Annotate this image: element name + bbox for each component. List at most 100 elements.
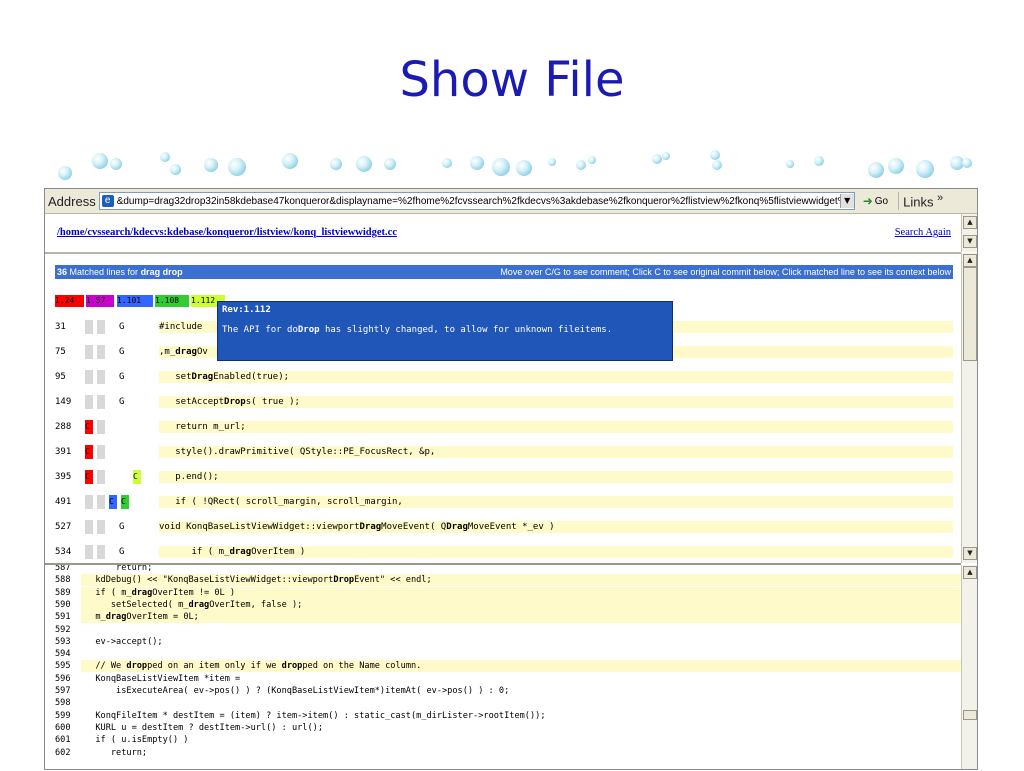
comment-marker[interactable]: G [119,320,124,334]
address-bar: Address e &dump=drag32drop32in58kdebase4… [45,189,977,214]
code-snippet[interactable]: if ( m_dragOverItem ) [159,546,953,558]
code-snippet[interactable]: void KonqBaseListViewWidget::viewportDra… [159,521,953,533]
bubble-icon [786,160,794,168]
comment-marker[interactable]: G [119,370,124,384]
line-number: 288 [55,422,72,432]
comment-marker[interactable]: G [119,545,124,559]
bubble-icon [814,156,824,166]
source-line: 591 m_dragOverItem = 0L; [45,611,961,624]
code-snippet[interactable]: setDragEnabled(true); [159,371,953,383]
file-path-link[interactable]: /home/cvssearch/kdecvs:kdebase/konqueror… [57,227,397,238]
line-number: 491 [55,497,72,507]
source-line: 587 return; [45,563,961,574]
revision-column [85,345,93,359]
scroll-thumb[interactable] [963,710,977,720]
source-line: 588 kdDebug() << "KonqBaseListViewWidget… [45,574,961,587]
source-line-number: 600 [55,722,71,733]
source-line-number: 601 [55,735,71,746]
code-snippet[interactable]: if ( !QRect( scroll_margin, scroll_margi… [159,496,953,508]
go-button[interactable]: ➜ Go [863,194,888,208]
revision-column [85,495,93,509]
code-snippet[interactable]: p.end(); [159,471,953,483]
links-button[interactable]: Links » [898,192,944,210]
commit-marker[interactable]: C [133,470,141,484]
scroll-thumb[interactable] [963,267,977,361]
source-line: 601 if ( u.isEmpty() ) [45,734,961,746]
search-again-link[interactable]: Search Again [895,227,951,238]
bubble-icon [652,154,662,164]
bubble-icon [330,158,342,170]
commit-marker[interactable]: C [109,495,117,509]
matched-line-row[interactable]: 149 G setAcceptDrops( true ); [55,395,953,409]
source-scrollbar[interactable]: ▲ [961,565,977,769]
source-line: 599 KonqFileItem * destItem = (item) ? i… [45,710,961,722]
revision-column [97,470,105,484]
bubble-icon [228,158,246,176]
results-scrollbar[interactable]: ▲ ▼ [961,253,977,563]
revision-tag[interactable]: 1.108 [155,295,189,307]
source-code: kdDebug() << "KonqBaseListViewWidget::vi… [81,574,961,587]
source-line: 600 KURL u = destItem ? destItem->url() … [45,722,961,734]
code-snippet[interactable]: setAcceptDrops( true ); [159,396,953,408]
address-input[interactable]: e &dump=drag32drop32in58kdebase47konquer… [98,192,855,210]
matched-line-row[interactable]: 95 G setDragEnabled(true); [55,370,953,384]
bubble-icon [110,158,122,170]
scroll-down-icon[interactable]: ▼ [963,235,977,248]
revision-tag[interactable]: 1.101 [117,295,153,307]
revision-tag[interactable]: 1.57 [86,295,114,307]
dropdown-arrow-icon[interactable]: ▼ [839,194,854,208]
source-code: isExecuteArea( ev->pos() ) ? (KonqBaseLi… [85,686,510,696]
scroll-down-icon[interactable]: ▼ [963,547,977,560]
revision-column [85,545,93,559]
revision-tag[interactable]: 1.24 [55,295,84,307]
comment-marker[interactable]: G [119,395,124,409]
commit-marker[interactable]: C [85,470,93,484]
commit-marker[interactable]: C [121,495,129,509]
matched-line-row[interactable]: 491 C C if ( !QRect( scroll_margin, scroll… [55,495,953,509]
scroll-up-icon[interactable]: ▲ [963,216,977,229]
code-snippet[interactable]: return m_url; [159,421,953,433]
bubble-icon [888,158,904,174]
source-code: setSelected( m_dragOverItem, false ); [81,598,961,611]
source-code: if ( u.isEmpty() ) [85,735,189,746]
matched-line-row[interactable]: 395 C C p.end(); [55,470,953,484]
commit-marker[interactable]: C [85,420,93,434]
address-label: Address [48,193,96,209]
matched-line-row[interactable]: 527 Gvoid KonqBaseListViewWidget::viewpor… [55,520,953,534]
matched-line-row[interactable]: 534 G if ( m_dragOverItem ) [55,545,953,559]
address-url[interactable]: &dump=drag32drop32in58kdebase47konqueror… [117,196,840,207]
source-line: 595 // We dropped on an item only if we … [45,660,961,673]
bubble-icon [712,160,722,170]
source-code: KonqFileItem * destItem = (item) ? item-… [85,710,546,721]
source-line: 593 ev->accept(); [45,636,961,648]
source-line: 597 isExecuteArea( ev->pos() ) ? (KonqBa… [45,685,961,697]
scroll-up-icon[interactable]: ▲ [963,254,977,267]
scroll-up-icon[interactable]: ▲ [963,566,977,579]
commit-marker[interactable]: C [85,445,93,459]
comment-marker[interactable]: G [119,520,124,534]
matched-line-row[interactable]: 288 C return m_url; [55,420,953,434]
matched-line-row[interactable]: 391 C style().drawPrimitive( QStyle::PE_F… [55,445,953,459]
line-number: 75 [55,347,66,357]
source-line-number: 589 [55,587,71,598]
line-number: 534 [55,547,72,557]
source-line: 598 [45,697,961,709]
source-line-number: 595 [55,661,71,672]
source-code: ev->accept(); [85,636,163,647]
browser-window: Address e &dump=drag32drop32in58kdebase4… [44,188,978,770]
bubble-icon [170,164,181,175]
bubble-icon [470,156,484,170]
revision-tooltip: Rev:1.112 The API for doDrop has slightl… [217,301,673,361]
source-line-number: 597 [55,686,71,696]
bubble-icon [204,158,218,172]
revision-column [85,320,93,334]
revision-column [85,520,93,534]
chevron-right-icon: » [937,192,944,205]
code-snippet[interactable]: style().drawPrimitive( QStyle::PE_FocusR… [159,446,953,458]
top-frame-scrollbar[interactable]: ▲ ▼ [961,214,977,252]
bubble-icon [282,153,298,169]
comment-marker[interactable]: G [119,345,124,359]
bubble-icon [160,152,170,162]
source-code: return; [85,563,153,573]
line-number: 527 [55,522,72,532]
